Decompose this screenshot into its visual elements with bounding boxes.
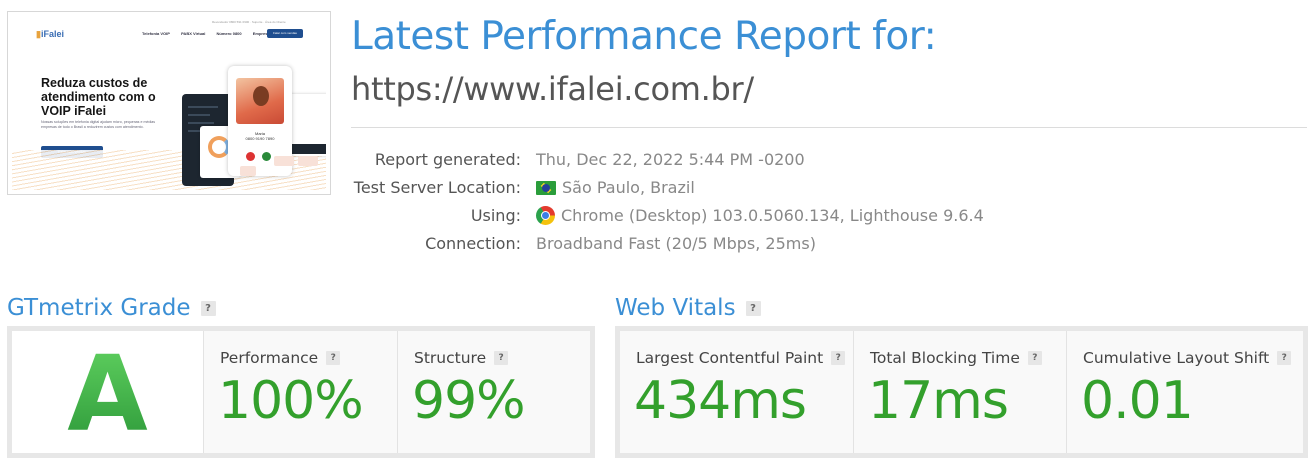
structure-value: 99% — [412, 371, 526, 431]
report-url[interactable]: https://www.ifalei.com.br/ — [351, 70, 754, 108]
meta-row-using: Using: Chrome (Desktop) 103.0.5060.134, … — [351, 204, 1051, 232]
thumbnail-tile — [298, 156, 318, 166]
tbt-value: 17ms — [868, 371, 1009, 431]
thumbnail-caller-photo — [236, 78, 284, 124]
meta-label: Connection: — [425, 234, 521, 253]
thumbnail-canvas: Revendedor 0800 591 0900 · Suporte · Áre… — [12, 16, 326, 190]
help-icon[interactable]: ? — [831, 351, 846, 365]
thumbnail-answer-icon — [262, 152, 271, 161]
thumbnail-nav: Telefonia VOIP PABX Virtual Número 0800 … — [142, 31, 280, 36]
help-icon[interactable]: ? — [494, 351, 509, 365]
structure-label: Structure? — [414, 349, 509, 367]
meta-row-server-location: Test Server Location: São Paulo, Brazil — [351, 176, 1051, 204]
performance-cell: Performance? 100% — [204, 331, 398, 453]
grade-letter: A — [67, 333, 148, 455]
thumbnail-nav-button: Falar com vendas — [267, 29, 303, 38]
thumbnail-caller-name: Maria 0800 9190 7890 — [245, 131, 275, 141]
help-icon[interactable]: ? — [745, 300, 761, 316]
thumbnail-nav-item: Telefonia VOIP — [142, 31, 170, 36]
thumbnail-top-links: Revendedor 0800 591 0900 · Suporte · Áre… — [212, 20, 286, 24]
help-icon[interactable]: ? — [1277, 351, 1292, 365]
help-icon[interactable]: ? — [1027, 351, 1042, 365]
meta-value: Thu, Dec 22, 2022 5:44 PM -0200 — [536, 150, 805, 169]
cls-value: 0.01 — [1081, 371, 1194, 431]
thumbnail-hangup-icon — [246, 152, 255, 161]
meta-value: Broadband Fast (20/5 Mbps, 25ms) — [536, 234, 816, 253]
thumbnail-nav-item: Número 0800 — [216, 31, 242, 36]
meta-label: Test Server Location: — [353, 178, 521, 197]
thumbnail-donut-chart — [208, 136, 230, 158]
thumbnail-nav-item: PABX Virtual — [181, 31, 206, 36]
meta-label: Report generated: — [374, 150, 521, 169]
brazil-flag-icon — [536, 180, 556, 195]
help-icon[interactable]: ? — [326, 351, 341, 365]
site-screenshot-thumbnail[interactable]: Revendedor 0800 591 0900 · Suporte · Áre… — [7, 11, 331, 195]
report-meta: Report generated: Thu, Dec 22, 2022 5:44… — [351, 148, 1051, 260]
tbt-label: Total Blocking Time? — [870, 349, 1042, 367]
gtmetrix-grade-panel: A Performance? 100% Structure? 99% — [7, 326, 595, 458]
meta-row-connection: Connection: Broadband Fast (20/5 Mbps, 2… — [351, 232, 1051, 260]
thumbnail-subtext: Nossas soluções em telefonia digital aju… — [41, 120, 156, 129]
thumbnail-logo-text: iFalei — [40, 29, 64, 39]
grade-cell: A — [12, 331, 204, 453]
tbt-cell: Total Blocking Time? 17ms — [854, 331, 1067, 453]
header-divider — [351, 127, 1307, 128]
meta-row-report-generated: Report generated: Thu, Dec 22, 2022 5:44… — [351, 148, 1051, 176]
lcp-value: 434ms — [634, 371, 807, 431]
web-vitals-title: Web Vitals — [615, 295, 736, 321]
lcp-cell: Largest Contentful Paint? 434ms — [620, 331, 854, 453]
gtmetrix-grade-title: GTmetrix Grade — [7, 295, 191, 321]
report-title: Latest Performance Report for: — [351, 14, 937, 59]
thumbnail-tile — [274, 156, 294, 166]
chrome-icon — [536, 206, 555, 225]
lcp-label: Largest Contentful Paint? — [636, 349, 846, 367]
cls-cell: Cumulative Layout Shift? 0.01 — [1067, 331, 1303, 453]
thumbnail-tile — [240, 166, 256, 176]
web-vitals-heading: Web Vitals ? — [615, 295, 761, 321]
meta-label: Using: — [470, 206, 521, 225]
web-vitals-panel: Largest Contentful Paint? 434ms Total Bl… — [615, 326, 1308, 458]
cls-label: Cumulative Layout Shift? — [1083, 349, 1292, 367]
performance-label: Performance? — [220, 349, 341, 367]
meta-value: São Paulo, Brazil — [536, 178, 695, 197]
thumbnail-logo: ▮iFalei — [36, 29, 64, 39]
performance-value: 100% — [218, 371, 364, 431]
thumbnail-headline: Reduza custos de atendimento com o VOIP … — [41, 76, 156, 118]
gtmetrix-grade-heading: GTmetrix Grade ? — [7, 295, 216, 321]
help-icon[interactable]: ? — [200, 300, 216, 316]
structure-cell: Structure? 99% — [398, 331, 590, 453]
meta-value: Chrome (Desktop) 103.0.5060.134, Lightho… — [536, 206, 984, 225]
